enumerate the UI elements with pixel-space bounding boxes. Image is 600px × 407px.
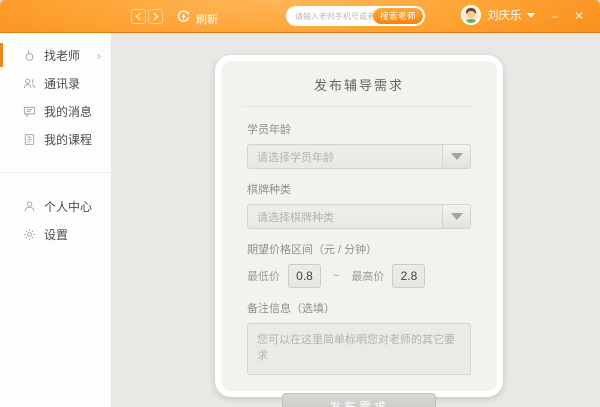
nav-back-button[interactable] [131, 9, 146, 24]
close-button[interactable]: ✕ [570, 8, 588, 24]
price-range-label: 期望价格区间（元 / 分钟） [247, 241, 471, 257]
user-menu[interactable]: 刘庆乐 [461, 5, 535, 25]
dropdown-arrow-button[interactable] [442, 205, 470, 228]
sidebar-divider [0, 172, 111, 173]
min-price-label: 最低价 [247, 268, 280, 284]
username: 刘庆乐 [487, 7, 522, 23]
search-teacher-button[interactable]: 搜索老师 [373, 8, 423, 24]
contacts-icon [22, 76, 36, 90]
max-price-input[interactable] [392, 264, 425, 288]
min-price-input[interactable] [288, 264, 321, 288]
chevron-left-icon [135, 12, 142, 21]
chevron-down-icon [527, 13, 535, 18]
dropdown-arrow-button[interactable] [442, 145, 470, 168]
publish-demand-button[interactable]: 发布需求 [282, 393, 436, 407]
nav-forward-button[interactable] [148, 9, 163, 24]
sidebar-item-label: 设置 [44, 226, 68, 243]
student-age-select[interactable]: 请选择学员年龄 [247, 144, 471, 169]
card-title: 发布辅导需求 [221, 61, 497, 106]
sidebar-item-messages[interactable]: 我的消息 [0, 97, 111, 125]
student-age-placeholder: 请选择学员年龄 [248, 145, 442, 168]
sidebar-item-label: 我的消息 [44, 103, 92, 120]
sidebar-item-find-teacher[interactable]: 找老师 › [0, 41, 111, 69]
sidebar-item-courses[interactable]: 我的课程 [0, 125, 111, 153]
triangle-down-icon [451, 153, 463, 160]
refresh-label: 刷新 [196, 11, 218, 27]
sidebar-item-label: 通讯录 [44, 75, 80, 92]
sidebar-item-label: 个人中心 [44, 198, 92, 215]
course-book-icon [22, 132, 36, 146]
minimize-button[interactable]: – [546, 8, 564, 24]
publish-demand-card: 发布辅导需求 学员年龄 请选择学员年龄 棋牌种类 请选择棋牌种类 期望价格区间（… [215, 55, 503, 397]
card-body: 学员年龄 请选择学员年龄 棋牌种类 请选择棋牌种类 期望价格区间（元 / 分钟）… [221, 107, 497, 407]
hand-find-teacher-icon [22, 48, 36, 62]
chess-type-placeholder: 请选择棋牌种类 [248, 205, 442, 228]
sidebar-item-contacts[interactable]: 通讯录 [0, 69, 111, 97]
student-age-label: 学员年龄 [247, 121, 471, 137]
sidebar: 找老师 › 通讯录 我的消息 [0, 33, 112, 407]
sidebar-item-personal-center[interactable]: 个人中心 [0, 192, 111, 220]
chevron-right-icon [152, 12, 159, 21]
sidebar-item-settings[interactable]: 设置 [0, 220, 111, 248]
gear-icon [22, 227, 36, 241]
refresh-button[interactable]: 刷新 [176, 9, 218, 29]
remark-textarea[interactable] [247, 323, 471, 375]
remark-label: 备注信息（选填） [247, 300, 471, 316]
app-window: 刷新 搜索老师 刘庆乐 – ✕ 找老师 › [0, 0, 600, 407]
max-price-label: 最高价 [351, 268, 384, 284]
sidebar-item-label: 我的课程 [44, 131, 92, 148]
price-separator: ~ [333, 270, 339, 282]
chess-type-label: 棋牌种类 [247, 181, 471, 197]
titlebar: 刷新 搜索老师 刘庆乐 – ✕ [0, 0, 600, 33]
teacher-search-bar: 搜索老师 [286, 6, 425, 26]
triangle-down-icon [451, 213, 463, 220]
avatar [461, 5, 481, 25]
refresh-flash-icon [176, 9, 191, 29]
sidebar-item-label: 找老师 [44, 47, 80, 64]
price-range-row: 最低价 ~ 最高价 [247, 264, 471, 288]
message-icon [22, 104, 36, 118]
search-input[interactable] [295, 12, 373, 21]
chevron-right-icon: › [97, 48, 101, 63]
sidebar-gap [0, 179, 111, 192]
sidebar-gap [0, 153, 111, 166]
person-icon [22, 199, 36, 213]
chess-type-select[interactable]: 请选择棋牌种类 [247, 204, 471, 229]
